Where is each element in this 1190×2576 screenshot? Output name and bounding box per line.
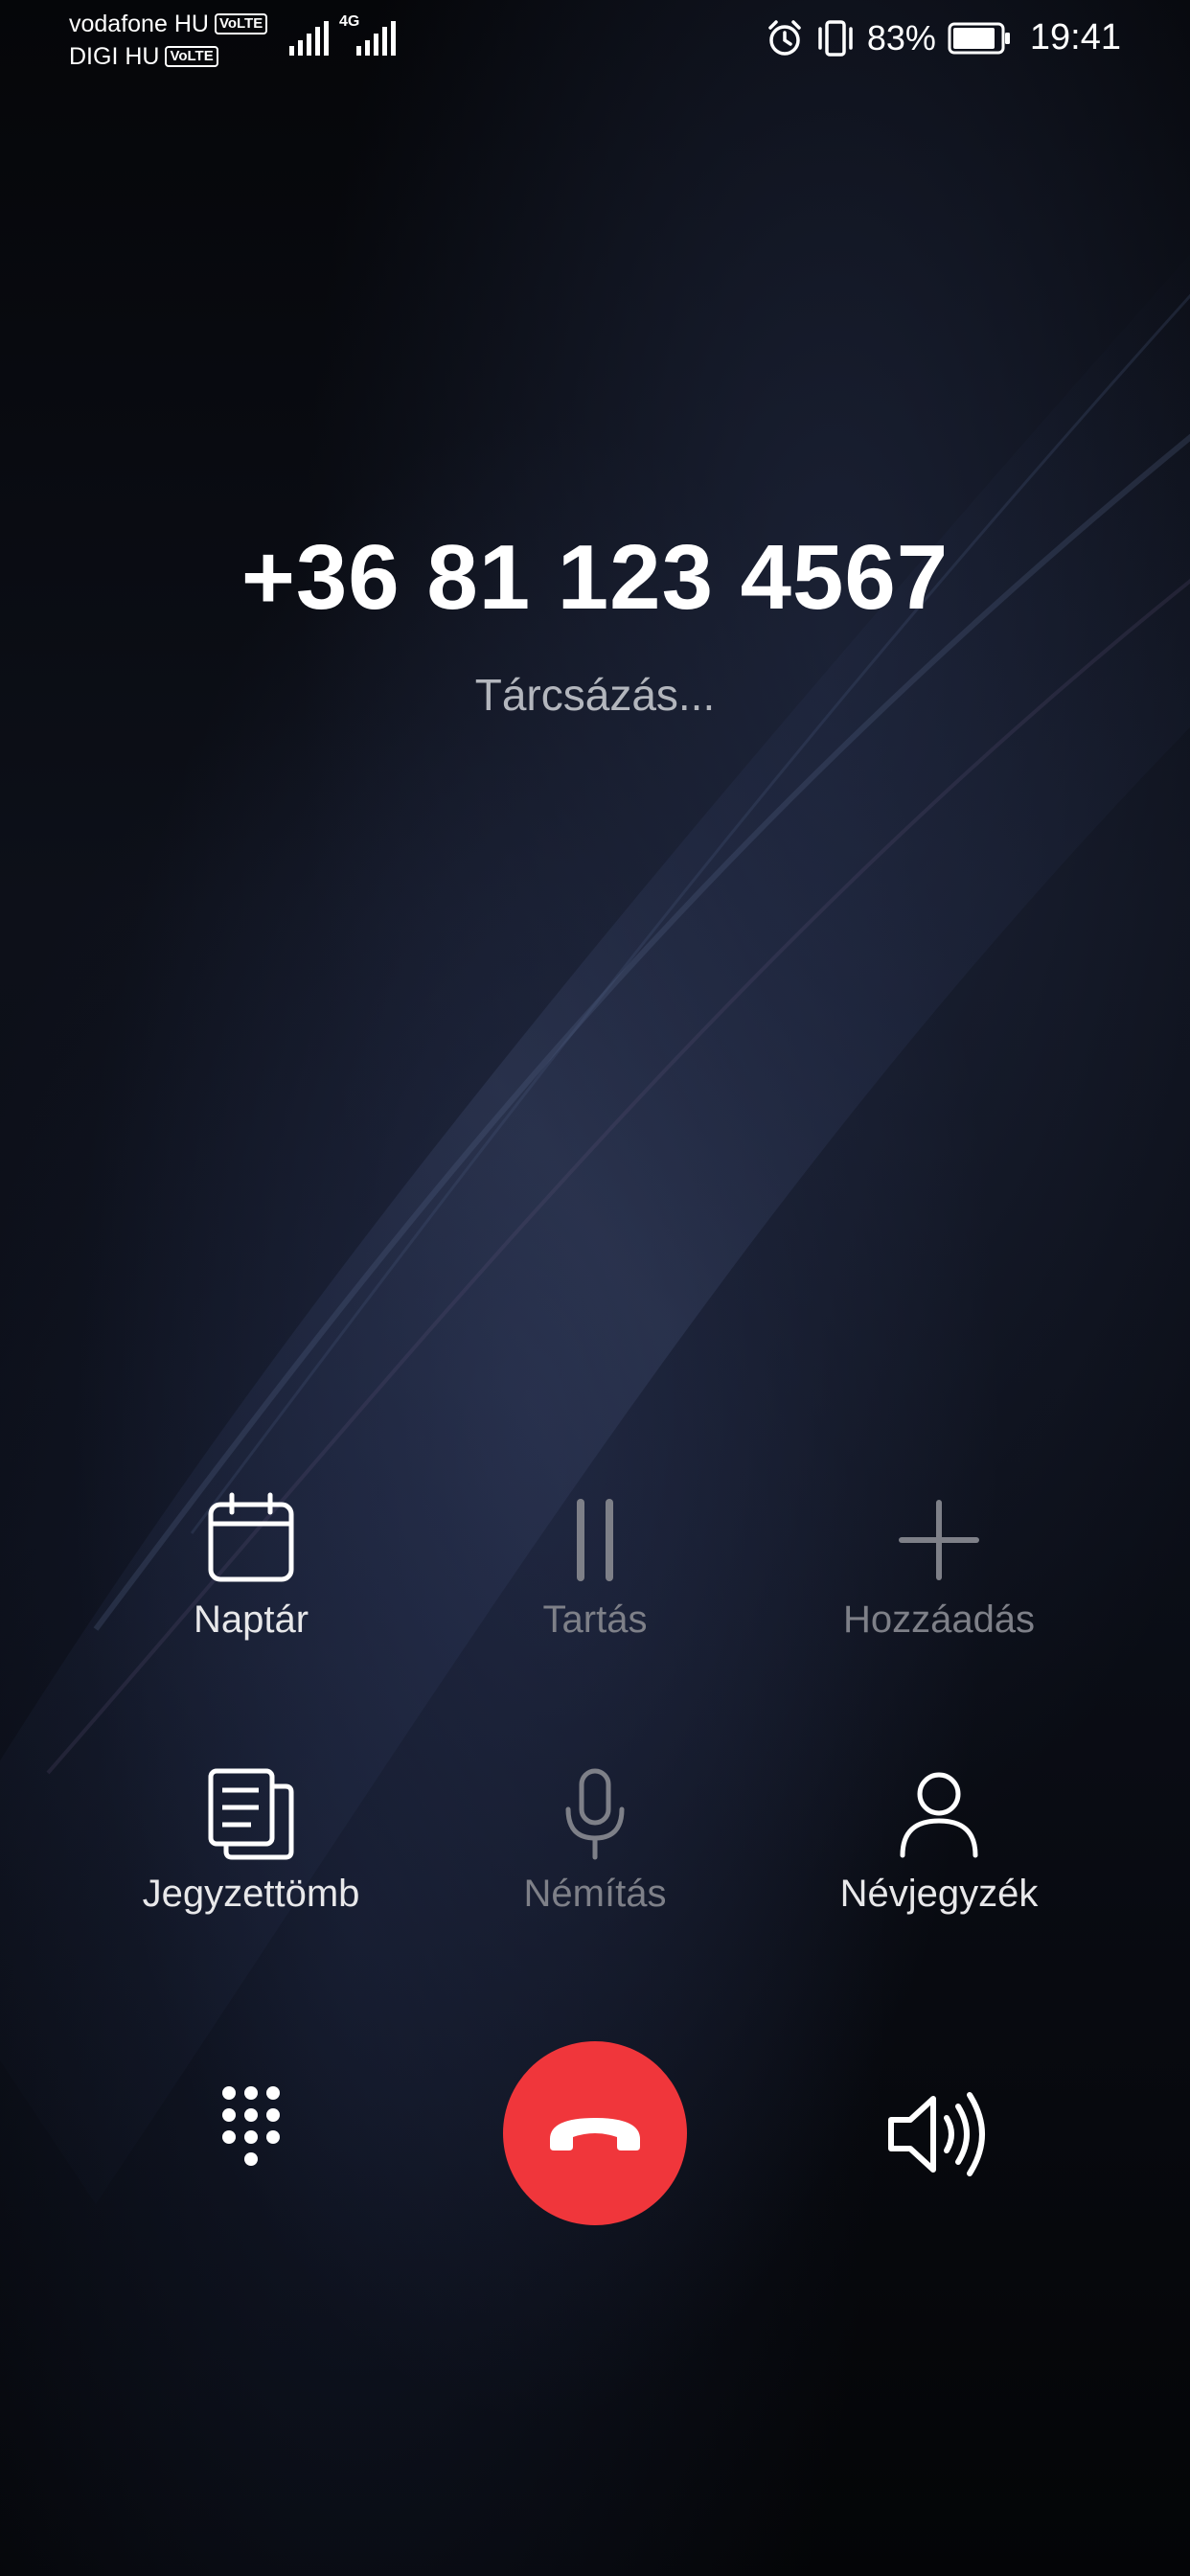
hang-up-icon bbox=[550, 2118, 640, 2150]
contacts-label: Névjegyzék bbox=[839, 1873, 1039, 1915]
alarm-icon bbox=[768, 19, 801, 56]
calendar-label: Naptár bbox=[193, 1598, 309, 1641]
notepad-icon bbox=[208, 1768, 294, 1860]
signal-indicators: 4G bbox=[289, 13, 399, 56]
mute-label: Némítás bbox=[523, 1873, 667, 1915]
contacts-button[interactable]: Névjegyzék bbox=[767, 1765, 1111, 1916]
plus-icon bbox=[899, 1500, 979, 1580]
dialpad-icon[interactable] bbox=[198, 2082, 304, 2187]
volte-badge-2: VoLTE bbox=[165, 46, 218, 67]
vibrate-icon bbox=[818, 19, 853, 57]
status-bar: vodafone HU VoLTE DIGI HU VoLTE 4G 83% 1… bbox=[0, 0, 1190, 86]
status-right: 83% 19:41 bbox=[766, 17, 1121, 58]
calendar-icon bbox=[208, 1492, 294, 1582]
call-status: Tárcsázás... bbox=[474, 670, 716, 720]
signal-strength-icon bbox=[289, 21, 329, 56]
battery-percent: 83% bbox=[866, 17, 936, 58]
carrier-2-name: DIGI HU bbox=[69, 43, 160, 70]
end-call-button[interactable] bbox=[503, 2041, 687, 2225]
volte-badge-1: VoLTE bbox=[214, 13, 268, 34]
carrier-1: vodafone HU VoLTE bbox=[69, 10, 268, 38]
calendar-button[interactable]: Naptár bbox=[79, 1491, 423, 1642]
battery-icon bbox=[948, 22, 1010, 54]
person-icon bbox=[900, 1772, 978, 1858]
mute-button[interactable]: Némítás bbox=[423, 1765, 767, 1916]
pause-icon bbox=[577, 1499, 613, 1581]
speaker-icon[interactable] bbox=[883, 2082, 989, 2187]
notepad-button[interactable]: Jegyzettömb bbox=[79, 1765, 423, 1916]
hold-label: Tartás bbox=[542, 1598, 648, 1641]
call-screen: vodafone HU VoLTE DIGI HU VoLTE 4G 83% 1… bbox=[0, 0, 1190, 2576]
microphone-icon bbox=[565, 1768, 625, 1860]
notepad-label: Jegyzettömb bbox=[142, 1873, 360, 1915]
hold-button[interactable]: Tartás bbox=[423, 1491, 767, 1642]
clock: 19:41 bbox=[1029, 17, 1121, 58]
carrier-2: DIGI HU VoLTE bbox=[69, 42, 218, 71]
add-call-label: Hozzáadás bbox=[842, 1598, 1036, 1641]
phone-number: +36 81 123 4567 bbox=[240, 526, 950, 629]
signal-strength-4g-icon: 4G bbox=[339, 13, 399, 56]
carrier-1-name: vodafone HU bbox=[69, 11, 209, 37]
add-call-button[interactable]: Hozzáadás bbox=[767, 1491, 1111, 1642]
